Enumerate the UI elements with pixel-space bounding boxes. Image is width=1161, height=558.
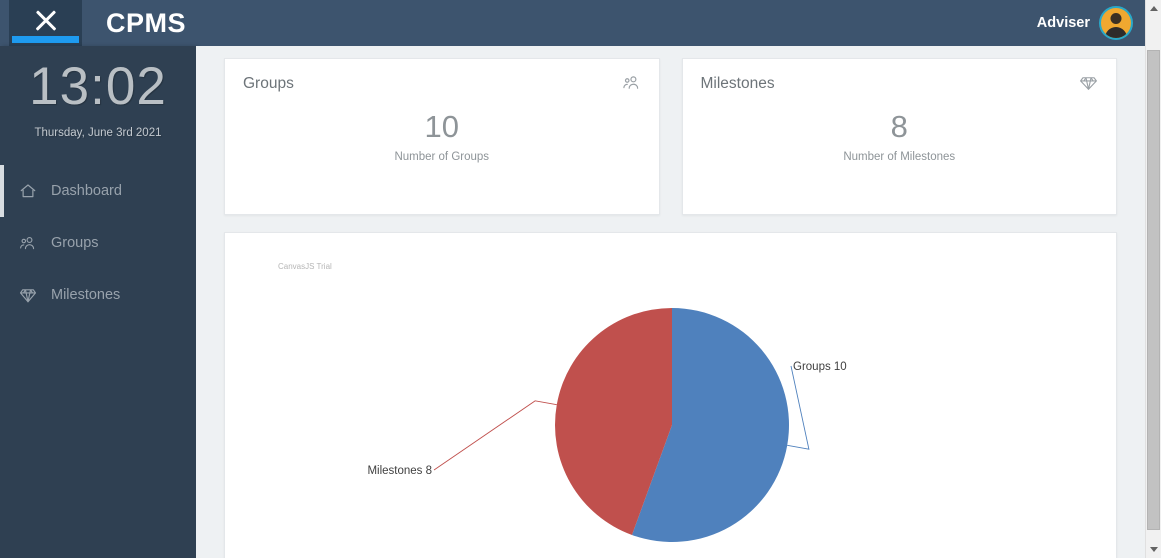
card-caption: Number of Milestones [843, 151, 956, 163]
card-title: Groups [243, 75, 294, 92]
vertical-scrollbar[interactable] [1145, 0, 1161, 558]
sidebar-item-label: Dashboard [51, 183, 122, 199]
close-button[interactable] [9, 0, 82, 46]
main-content: Groups 10 Number of Groups Milestones 8 … [196, 46, 1145, 558]
sidebar-nav: Dashboard Groups Milestones [0, 165, 196, 321]
stat-cards-row: Groups 10 Number of Groups Milestones 8 … [196, 46, 1145, 215]
users-icon [18, 233, 38, 253]
sidebar: 13:02 Thursday, June 3rd 2021 Dashboard [0, 46, 196, 558]
scrollbar-thumb[interactable] [1147, 50, 1160, 530]
pie-label-milestones: Milestones 8 [367, 465, 432, 477]
card-value: 8 [890, 109, 908, 144]
app-root: CPMS Adviser 13:02 Thursday, June 3rd 20… [0, 0, 1161, 558]
avatar-face [1110, 13, 1122, 24]
diamond-icon [18, 285, 38, 305]
close-icon [34, 9, 58, 33]
avatar[interactable] [1099, 6, 1133, 40]
users-icon [622, 73, 641, 92]
user-area[interactable]: Adviser [1037, 6, 1133, 40]
pie-label-groups: Groups 10 [793, 361, 847, 373]
card-caption: Number of Groups [394, 151, 490, 163]
pie-leader-line-groups [787, 365, 810, 450]
milestones-stat-card[interactable]: Milestones 8 Number of Milestones [681, 58, 1117, 215]
diamond-icon [1079, 73, 1098, 92]
card-value: 10 [424, 109, 459, 144]
sidebar-item-label: Milestones [51, 287, 121, 303]
sidebar-clock-date: Thursday, June 3rd 2021 [34, 127, 162, 139]
top-header: CPMS Adviser [0, 0, 1145, 46]
avatar-body [1105, 27, 1127, 38]
sidebar-item-groups[interactable]: Groups [0, 217, 196, 269]
home-icon [18, 181, 38, 201]
sidebar-item-milestones[interactable]: Milestones [0, 269, 196, 321]
sidebar-item-label: Groups [51, 235, 99, 251]
pie-slices[interactable] [555, 308, 789, 542]
arrow-down-icon[interactable] [1146, 541, 1161, 558]
app-brand-title: CPMS [106, 7, 187, 38]
card-title: Milestones [700, 75, 775, 92]
arrow-up-icon[interactable] [1146, 0, 1161, 17]
pie-leader-line-milestones [433, 400, 557, 471]
pie-chart[interactable]: Groups 10 Milestones 8 [225, 233, 1117, 558]
pie-chart-card: CanvasJS Trial Groups 10 Milestones 8 [224, 232, 1117, 558]
user-name-label: Adviser [1036, 15, 1090, 31]
sidebar-item-dashboard[interactable]: Dashboard [0, 165, 196, 217]
groups-stat-card[interactable]: Groups 10 Number of Groups [224, 58, 660, 215]
sidebar-clock-time: 13:02 [29, 57, 167, 116]
